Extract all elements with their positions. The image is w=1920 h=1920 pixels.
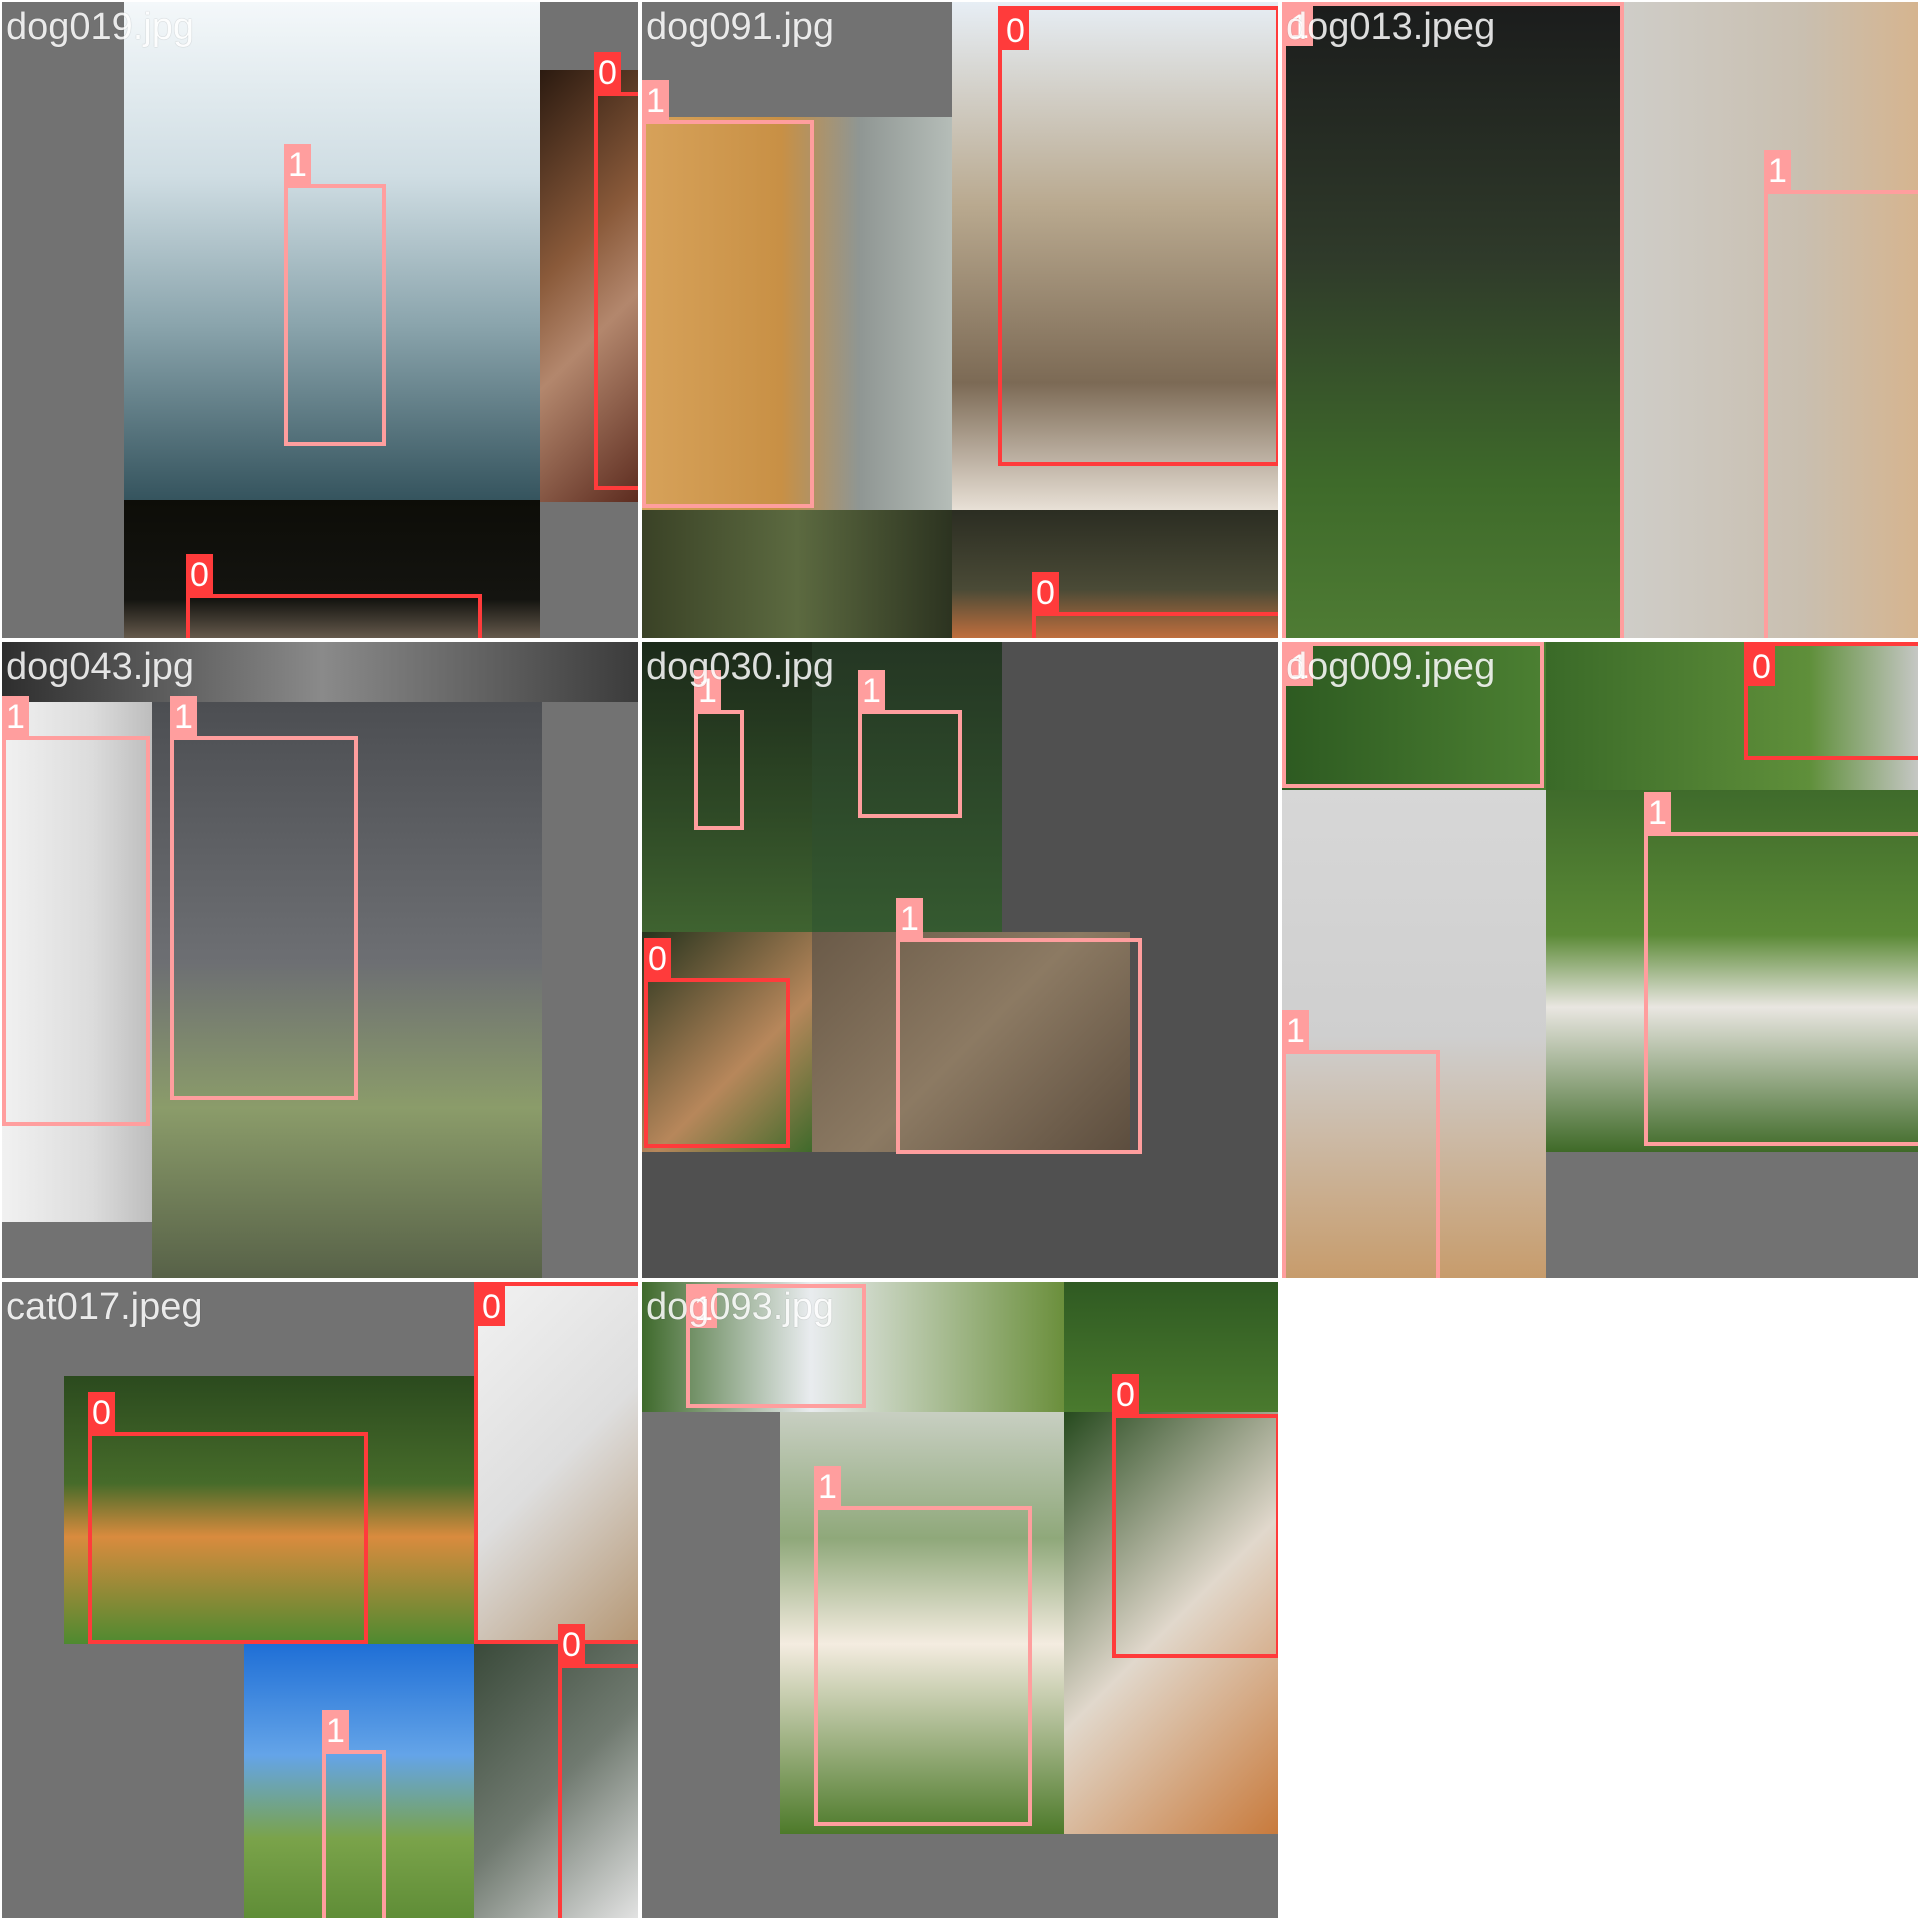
bounding-box-class-1: 1 xyxy=(896,898,1142,1154)
bounding-box-class-1: 1 xyxy=(1282,2,1624,638)
mosaic-tile: 1 1 0 dog093.jpg xyxy=(640,1280,1280,1920)
bounding-box-class-1: 1 xyxy=(1282,1010,1440,1278)
image-filename: dog019.jpg xyxy=(6,6,195,48)
class-id-label: 0 xyxy=(1002,10,1029,50)
bounding-box-class-0: 0 xyxy=(558,1624,638,1918)
bounding-box-class-1: 1 xyxy=(2,696,150,1126)
class-id-label: 1 xyxy=(1764,150,1791,190)
class-id-label: 0 xyxy=(478,1286,505,1326)
class-id-label: 0 xyxy=(1748,646,1775,686)
class-id-label: 1 xyxy=(322,1710,349,1750)
bounding-box-class-0: 0 xyxy=(1112,1374,1278,1658)
bounding-box-class-1: 1 xyxy=(814,1466,1032,1826)
mosaic-tile: 1 0 1 1 dog009.jpeg xyxy=(1280,640,1920,1280)
bounding-box-class-1: 1 xyxy=(642,80,814,508)
bounding-box-class-1: 1 xyxy=(858,670,962,818)
class-id-label: 1 xyxy=(896,898,923,938)
bounding-box-class-0: 0 xyxy=(1744,642,1918,760)
bounding-box-class-0: 0 xyxy=(594,52,638,490)
bounding-box-class-0: 0 xyxy=(186,554,482,638)
class-id-label: 1 xyxy=(1282,1010,1309,1050)
class-id-label: 0 xyxy=(558,1624,585,1664)
bounding-box-class-0: 0 xyxy=(88,1392,368,1644)
bounding-box-class-1: 1 xyxy=(1764,150,1918,638)
class-id-label: 1 xyxy=(284,144,311,184)
image-filename: cat017.jpeg xyxy=(6,1286,203,1328)
training-photo xyxy=(642,510,952,638)
mosaic-tile: 1 1 dog013.jpeg xyxy=(1280,0,1920,640)
class-id-label: 0 xyxy=(88,1392,115,1432)
class-id-label: 1 xyxy=(642,80,669,120)
mosaic-tile: 1 1 0 1 dog030.jpg xyxy=(640,640,1280,1280)
bounding-box-class-0: 0 xyxy=(1032,572,1278,638)
bounding-box-class-0: 0 xyxy=(998,6,1278,466)
image-filename: dog043.jpg xyxy=(6,646,195,688)
class-id-label: 1 xyxy=(1644,792,1671,832)
training-photo xyxy=(1064,1282,1278,1412)
image-filename: dog030.jpg xyxy=(646,646,835,688)
class-id-label: 0 xyxy=(594,52,621,92)
class-id-label: 0 xyxy=(644,938,671,978)
class-id-label: 0 xyxy=(186,554,213,594)
class-id-label: 1 xyxy=(858,670,885,710)
bounding-box-class-0: 0 xyxy=(474,1282,638,1644)
mosaic-tile: 1 0 0 dog019.jpg xyxy=(0,0,640,640)
bounding-box-class-1: 1 xyxy=(170,696,358,1100)
class-id-label: 1 xyxy=(814,1466,841,1506)
image-filename: dog013.jpeg xyxy=(1286,6,1496,48)
mosaic-tile: 0 0 1 0 cat017.jpeg xyxy=(0,1280,640,1920)
class-id-label: 0 xyxy=(1032,572,1059,612)
mosaic-tile: 1 1 dog043.jpg xyxy=(0,640,640,1280)
detection-mosaic: 1 0 0 dog019.jpg 1 0 0 dog091.jpg 1 1 dog013.jpeg 1… xyxy=(0,0,1920,1920)
class-id-label: 0 xyxy=(1112,1374,1139,1414)
image-filename: dog093.jpg xyxy=(646,1286,835,1328)
bounding-box-class-1: 1 xyxy=(322,1710,386,1918)
bounding-box-class-1: 1 xyxy=(694,670,744,830)
class-id-label: 1 xyxy=(2,696,29,736)
image-filename: dog009.jpeg xyxy=(1286,646,1496,688)
class-id-label: 1 xyxy=(170,696,197,736)
bounding-box-class-0: 0 xyxy=(644,938,790,1148)
mosaic-tile: 1 0 0 dog091.jpg xyxy=(640,0,1280,640)
bounding-box-class-1: 1 xyxy=(1644,792,1918,1146)
bounding-box-class-1: 1 xyxy=(284,144,386,446)
image-filename: dog091.jpg xyxy=(646,6,835,48)
